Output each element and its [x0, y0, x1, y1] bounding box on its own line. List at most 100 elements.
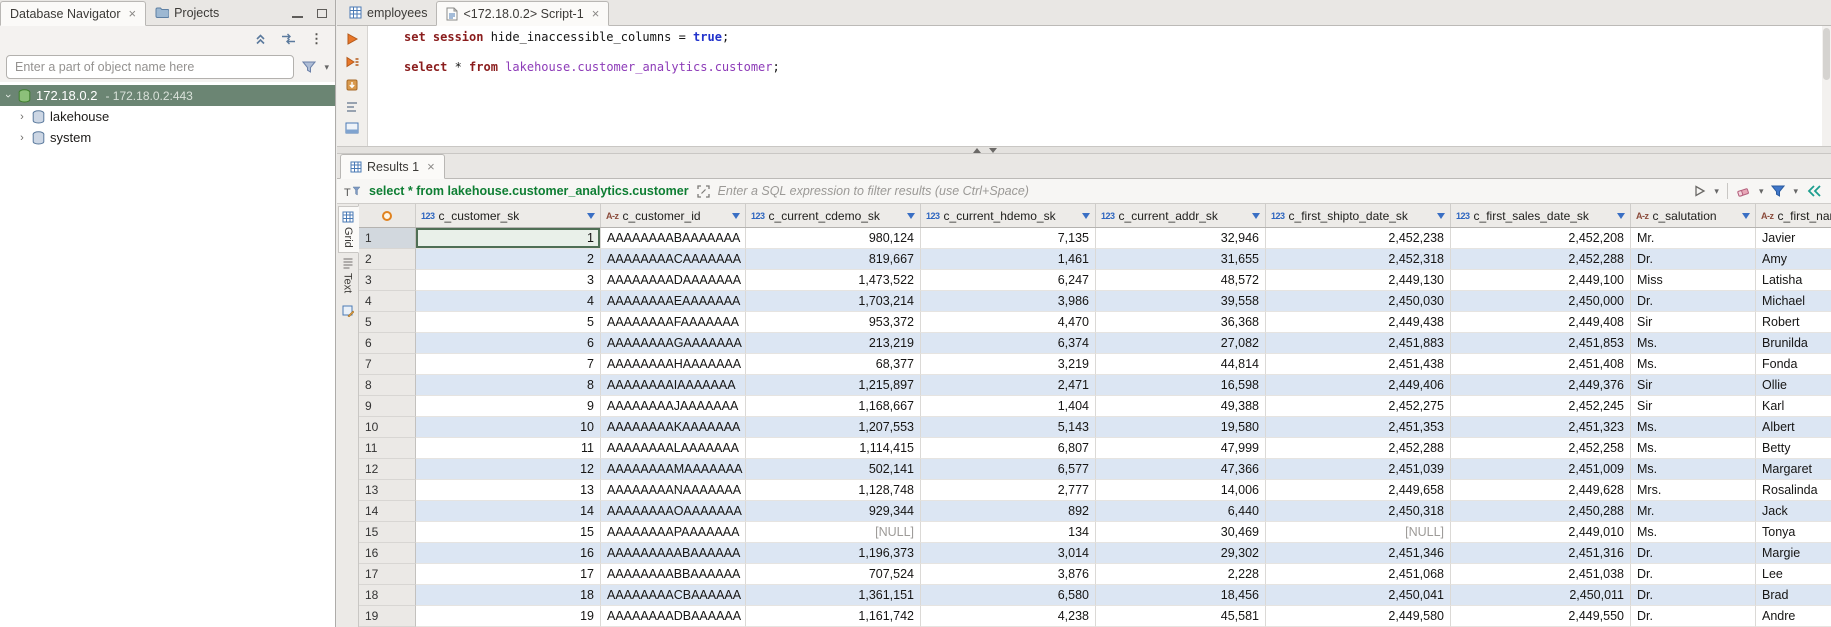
grid-cell[interactable]: Tonya: [1756, 522, 1831, 543]
grid-cell[interactable]: 1,207,553: [746, 417, 921, 438]
execute-statement-icon[interactable]: [345, 32, 359, 46]
grid-cell[interactable]: [NULL]: [1266, 522, 1451, 543]
grid-cell[interactable]: 49,388: [1096, 396, 1266, 417]
row-number[interactable]: 16: [359, 543, 416, 564]
grid-cell[interactable]: 4,238: [921, 606, 1096, 627]
grid-cell[interactable]: 3: [416, 270, 601, 291]
grid-cell[interactable]: 213,219: [746, 333, 921, 354]
grid-cell[interactable]: 18: [416, 585, 601, 606]
grid-cell[interactable]: AAAAAAAALAAAAAAA: [601, 438, 746, 459]
tab-sql-script[interactable]: <172.18.0.2> Script-1 ×: [436, 1, 609, 26]
grid-cell[interactable]: 1,196,373: [746, 543, 921, 564]
grid-cell[interactable]: 2,451,009: [1451, 459, 1631, 480]
grid-cell[interactable]: 2,452,288: [1451, 249, 1631, 270]
grid-cell[interactable]: 1,404: [921, 396, 1096, 417]
grid-cell[interactable]: 2,451,853: [1451, 333, 1631, 354]
grid-cell[interactable]: 2,451,039: [1266, 459, 1451, 480]
grid-cell[interactable]: Dr.: [1631, 543, 1756, 564]
column-menu-arrow-icon[interactable]: [732, 213, 740, 219]
grid-cell[interactable]: AAAAAAAADAAAAAAA: [601, 270, 746, 291]
row-number[interactable]: 8: [359, 375, 416, 396]
grid-cell[interactable]: 6: [416, 333, 601, 354]
grid-cell[interactable]: 2,451,883: [1266, 333, 1451, 354]
row-number[interactable]: 7: [359, 354, 416, 375]
grid-cell[interactable]: 2,451,068: [1266, 564, 1451, 585]
grid-cell[interactable]: 1,168,667: [746, 396, 921, 417]
grid-cell[interactable]: 2,449,130: [1266, 270, 1451, 291]
grid-cell[interactable]: Robert: [1756, 312, 1831, 333]
grid-cell[interactable]: 3,876: [921, 564, 1096, 585]
grid-cell[interactable]: 4: [416, 291, 601, 312]
view-menu-icon[interactable]: ⋮: [310, 31, 323, 47]
custom-filter-icon[interactable]: [697, 185, 710, 198]
grid-cell[interactable]: 2,450,318: [1266, 501, 1451, 522]
tab-projects[interactable]: Projects: [146, 0, 228, 25]
grid-cell[interactable]: 4,470: [921, 312, 1096, 333]
row-number[interactable]: 5: [359, 312, 416, 333]
grid-cell[interactable]: 31,655: [1096, 249, 1266, 270]
grid-cell[interactable]: 8: [416, 375, 601, 396]
splitter-collapse-control[interactable]: [973, 147, 997, 153]
grid-cell[interactable]: Mr.: [1631, 228, 1756, 249]
grid-cell[interactable]: 2,449,010: [1451, 522, 1631, 543]
presentation-tab-grid[interactable]: Grid: [338, 206, 359, 253]
grid-cell[interactable]: AAAAAAAADBAAAAAA: [601, 606, 746, 627]
editor-results-splitter[interactable]: [337, 146, 1831, 154]
grid-cell[interactable]: Ms.: [1631, 522, 1756, 543]
grid-cell[interactable]: 13: [416, 480, 601, 501]
grid-cell[interactable]: 1,215,897: [746, 375, 921, 396]
grid-cell[interactable]: 44,814: [1096, 354, 1266, 375]
grid-cell[interactable]: 6,580: [921, 585, 1096, 606]
grid-cell[interactable]: 7: [416, 354, 601, 375]
grid-cell[interactable]: Albert: [1756, 417, 1831, 438]
explain-plan-icon[interactable]: [345, 101, 359, 113]
grid-cell[interactable]: Brunilda: [1756, 333, 1831, 354]
grid-cell[interactable]: AAAAAAAABBAAAAAA: [601, 564, 746, 585]
grid-cell[interactable]: 2,452,318: [1266, 249, 1451, 270]
grid-cell[interactable]: 1,361,151: [746, 585, 921, 606]
grid-cell[interactable]: Betty: [1756, 438, 1831, 459]
row-number[interactable]: 13: [359, 480, 416, 501]
grid-cell[interactable]: 1: [416, 228, 601, 249]
grid-cell[interactable]: Jack: [1756, 501, 1831, 522]
grid-corner-cell[interactable]: [359, 204, 416, 227]
grid-cell[interactable]: 29,302: [1096, 543, 1266, 564]
grid-cell[interactable]: Ms.: [1631, 459, 1756, 480]
grid-cell[interactable]: 502,141: [746, 459, 921, 480]
column-menu-arrow-icon[interactable]: [1252, 213, 1260, 219]
grid-cell[interactable]: 2: [416, 249, 601, 270]
grid-cell[interactable]: 2,452,245: [1451, 396, 1631, 417]
grid-cell[interactable]: AAAAAAAAJAAAAAAA: [601, 396, 746, 417]
column-menu-arrow-icon[interactable]: [587, 213, 595, 219]
grid-cell[interactable]: 2,452,258: [1451, 438, 1631, 459]
presentation-tab-text[interactable]: Text: [337, 253, 358, 297]
grid-cell[interactable]: 16: [416, 543, 601, 564]
grid-cell[interactable]: 47,999: [1096, 438, 1266, 459]
expander-icon[interactable]: ›: [2, 88, 14, 104]
tab-database-navigator[interactable]: Database Navigator ×: [0, 1, 146, 26]
grid-cell[interactable]: 1,461: [921, 249, 1096, 270]
grid-cell[interactable]: 2,452,238: [1266, 228, 1451, 249]
grid-cell[interactable]: 1,161,742: [746, 606, 921, 627]
grid-cell[interactable]: 1,473,522: [746, 270, 921, 291]
grid-cell[interactable]: Mr.: [1631, 501, 1756, 522]
grid-cell[interactable]: 819,667: [746, 249, 921, 270]
grid-cell[interactable]: AAAAAAAAGAAAAAAA: [601, 333, 746, 354]
tab-employees[interactable]: employees: [340, 0, 436, 25]
output-panel-icon[interactable]: [345, 122, 359, 134]
row-number[interactable]: 19: [359, 606, 416, 627]
grid-cell[interactable]: 12: [416, 459, 601, 480]
grid-cell[interactable]: Dr.: [1631, 564, 1756, 585]
grid-cell[interactable]: Dr.: [1631, 249, 1756, 270]
grid-cell[interactable]: Sir: [1631, 375, 1756, 396]
column-menu-arrow-icon[interactable]: [907, 213, 915, 219]
grid-cell[interactable]: 2,450,011: [1451, 585, 1631, 606]
grid-cell[interactable]: Sir: [1631, 312, 1756, 333]
column-menu-arrow-icon[interactable]: [1437, 213, 1445, 219]
collapse-up-icon[interactable]: [973, 148, 981, 153]
grid-cell[interactable]: Mrs.: [1631, 480, 1756, 501]
expander-icon[interactable]: ›: [14, 132, 30, 144]
grid-cell[interactable]: Karl: [1756, 396, 1831, 417]
grid-cell[interactable]: 2,449,628: [1451, 480, 1631, 501]
row-number[interactable]: 10: [359, 417, 416, 438]
